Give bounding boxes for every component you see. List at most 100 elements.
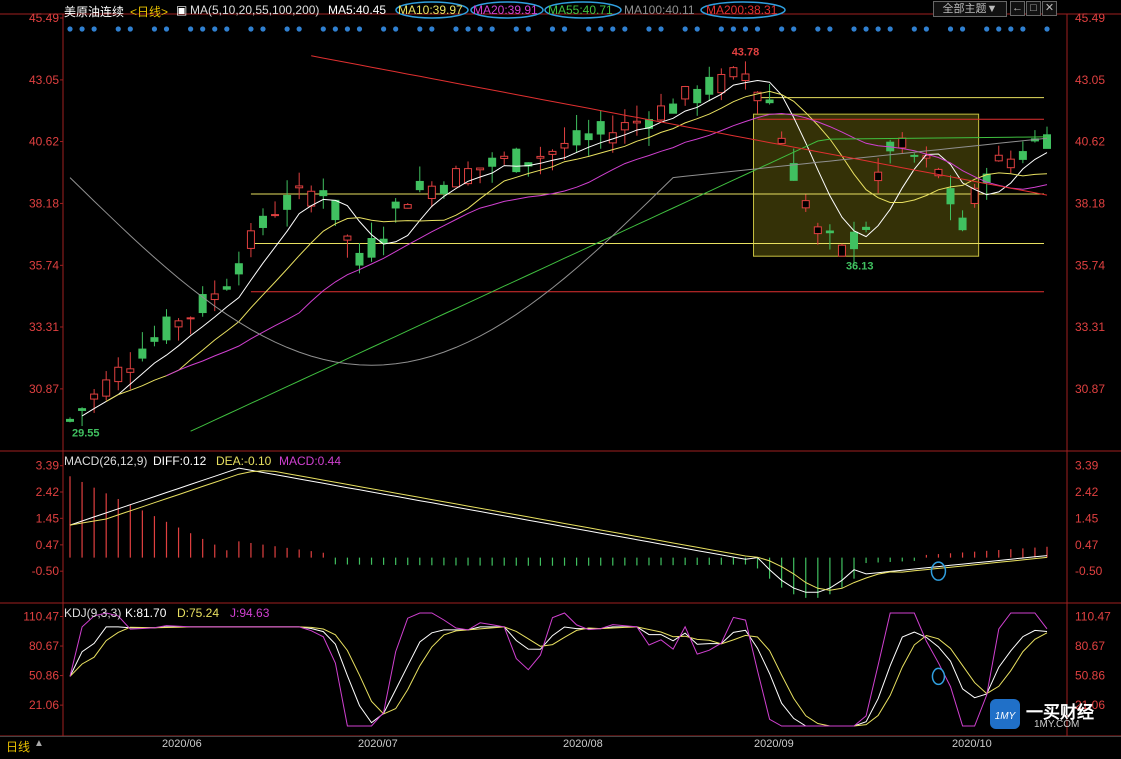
signal-dot — [742, 26, 749, 32]
signal-dot — [393, 26, 399, 32]
kdj-j-line — [69, 612, 1048, 727]
ma-params: MA(5,10,20,55,100,200) — [190, 3, 320, 17]
signal-dot — [212, 26, 218, 32]
signal-dot — [791, 26, 797, 32]
signal-dot — [549, 26, 556, 32]
candle-body — [729, 67, 738, 78]
candle-body — [837, 244, 846, 257]
local-low-annotation: 36.13 — [846, 260, 874, 272]
date-label: 2020/07 — [358, 738, 398, 750]
ma10-value: MA10:39.97 — [398, 3, 463, 17]
footer-bar: 日线 ▲ 2020/06 2020/07 2020/08 2020/09 202… — [0, 736, 1121, 755]
candle-body — [789, 163, 798, 181]
period-tab[interactable]: 日线 — [6, 738, 30, 755]
candle-body — [234, 263, 243, 275]
signal-dot — [151, 26, 158, 32]
period-label[interactable]: <日线> — [130, 3, 168, 20]
y-tick-label: -0.50 — [32, 564, 60, 578]
signal-dot — [923, 26, 929, 32]
y-tick-label: 2.42 — [1075, 485, 1099, 499]
macd-panel[interactable] — [69, 467, 1048, 598]
signal-dot — [1020, 26, 1026, 32]
candle-body — [584, 133, 593, 141]
signal-dot — [284, 26, 290, 32]
candle-body — [150, 337, 159, 342]
signal-dot — [815, 26, 821, 32]
kdj-panel[interactable] — [69, 612, 1048, 727]
signal-dot — [465, 26, 471, 32]
date-label: 2020/10 — [952, 738, 992, 750]
y-tick-label: 0.47 — [1075, 538, 1099, 552]
candle-body — [174, 320, 183, 328]
signal-dot — [1044, 26, 1050, 32]
signal-dot — [984, 26, 990, 32]
chart-stage[interactable]: 43.78 36.13 29.55 45.49 45.49 43.05 43.05 40.6… — [0, 0, 1121, 755]
signal-dot — [163, 26, 170, 32]
candle-body — [536, 155, 545, 159]
candle-body — [258, 215, 267, 228]
signal-dot — [320, 26, 326, 32]
macd-diff-line — [69, 467, 1048, 593]
macd-dea: DEA:-0.10 — [216, 454, 272, 468]
date-label: 2020/06 — [162, 738, 202, 750]
y-tick-label: 45.49 — [1075, 11, 1105, 25]
kdj-d: D:75.24 — [177, 606, 220, 620]
y-tick-label: 80.67 — [29, 639, 59, 653]
candle-body — [246, 230, 255, 249]
signal-dot — [525, 26, 531, 32]
signal-dot — [489, 26, 495, 32]
candle-body — [391, 201, 400, 209]
y-tick-label: 30.87 — [1075, 382, 1105, 396]
close-icon[interactable]: ✕ — [1042, 1, 1057, 16]
signal-dot — [754, 26, 761, 32]
signal-dot — [417, 26, 423, 32]
signal-dot — [513, 26, 519, 32]
signal-dot — [959, 26, 966, 32]
candle-body — [367, 238, 376, 258]
signal-dot — [188, 26, 194, 32]
signal-dot — [1008, 26, 1014, 32]
candle-body — [717, 73, 726, 94]
candle-body — [90, 393, 99, 400]
y-tick-label: 21.06 — [29, 698, 59, 712]
signal-dot — [453, 26, 459, 32]
back-icon[interactable]: ← — [1010, 1, 1025, 16]
signal-dot — [911, 26, 917, 32]
y-tick-label: 1.45 — [1075, 511, 1099, 525]
y-tick-label: 50.86 — [1075, 669, 1105, 683]
y-tick-label: 35.74 — [29, 258, 59, 272]
period-arrows-icon[interactable]: ▲ — [34, 738, 44, 749]
price-panel[interactable]: 43.78 36.13 29.55 — [66, 26, 1051, 439]
y-tick-label: 33.31 — [1075, 320, 1105, 334]
signal-dot — [646, 26, 652, 32]
y-tick-label: 0.47 — [36, 538, 60, 552]
macd-value: MACD:0.44 — [279, 454, 342, 468]
candle-body — [186, 317, 195, 320]
y-tick-label: 110.47 — [23, 609, 59, 623]
maximize-icon[interactable]: □ — [1026, 1, 1041, 16]
candle-body — [78, 408, 87, 411]
macd-dea-line — [69, 470, 1048, 591]
signal-dot — [718, 26, 724, 32]
candle-body — [994, 154, 1003, 162]
signal-dot — [356, 26, 363, 32]
chart-svg[interactable]: 43.78 36.13 29.55 45.49 45.49 43.05 43.05 40.6… — [0, 0, 1121, 754]
signal-dot — [887, 26, 893, 32]
y-tick-label: 43.05 — [1075, 73, 1105, 87]
candle-body — [222, 286, 231, 290]
svg-text:1MY: 1MY — [995, 711, 1017, 722]
signal-dot — [851, 26, 857, 32]
candle-body — [319, 190, 328, 197]
ma-icon[interactable]: ▣ — [176, 3, 187, 17]
candle-body — [355, 252, 364, 266]
candle-body — [102, 379, 111, 397]
theme-button[interactable]: 全部主题▼ — [933, 1, 1007, 17]
candle-body — [451, 168, 460, 188]
highlight-ellipse — [930, 561, 947, 581]
signal-dot — [260, 26, 266, 32]
candle-body — [512, 148, 521, 173]
y-tick-label: 38.18 — [29, 196, 59, 210]
signal-dot — [996, 26, 1002, 32]
candle-body — [343, 235, 352, 241]
candle-body — [898, 137, 907, 149]
